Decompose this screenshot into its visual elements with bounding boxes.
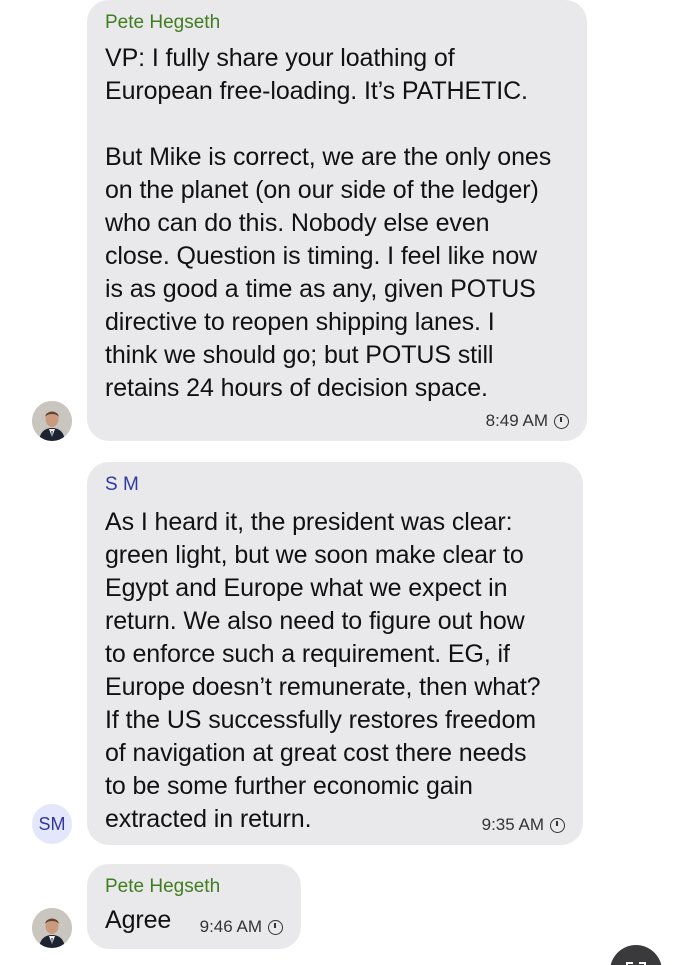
message-time: 9:46 AM bbox=[199, 917, 262, 936]
message-time: 9:35 AM bbox=[481, 815, 544, 834]
message-text: VP: I fully share your loathing of Europ… bbox=[105, 44, 552, 402]
avatar-pete[interactable] bbox=[32, 908, 72, 948]
chat-thread: Pete Hegseth VP: I fully share your loat… bbox=[0, 0, 681, 965]
avatar-pete[interactable] bbox=[32, 401, 72, 441]
sender-name: Pete Hegseth bbox=[105, 12, 221, 33]
message-bubble-pete-1[interactable]: Pete Hegseth VP: I fully share your loat… bbox=[87, 0, 587, 441]
sender-name: S M bbox=[105, 474, 139, 495]
clock-icon bbox=[554, 413, 569, 429]
message-meta: 9:46 AM bbox=[200, 917, 283, 937]
sender-name: Pete Hegseth bbox=[105, 876, 221, 897]
message-meta: 9:35 AM bbox=[482, 815, 565, 835]
expand-icon bbox=[626, 962, 646, 965]
message-text: As I heard it, the president was clear: … bbox=[105, 508, 541, 833]
clock-icon bbox=[550, 817, 565, 833]
avatar-photo-icon bbox=[32, 401, 72, 441]
clock-icon bbox=[268, 919, 283, 935]
avatar-photo-icon bbox=[32, 908, 72, 948]
message-time: 8:49 AM bbox=[485, 411, 548, 430]
message-bubble-sm[interactable]: S M As I heard it, the president was cle… bbox=[87, 462, 583, 845]
message-meta: 8:49 AM bbox=[486, 411, 569, 431]
message-bubble-pete-2[interactable]: Pete Hegseth Agree 9:46 AM bbox=[87, 864, 301, 949]
scroll-fab-button[interactable] bbox=[610, 945, 662, 965]
avatar-sm[interactable]: SM bbox=[32, 804, 72, 844]
